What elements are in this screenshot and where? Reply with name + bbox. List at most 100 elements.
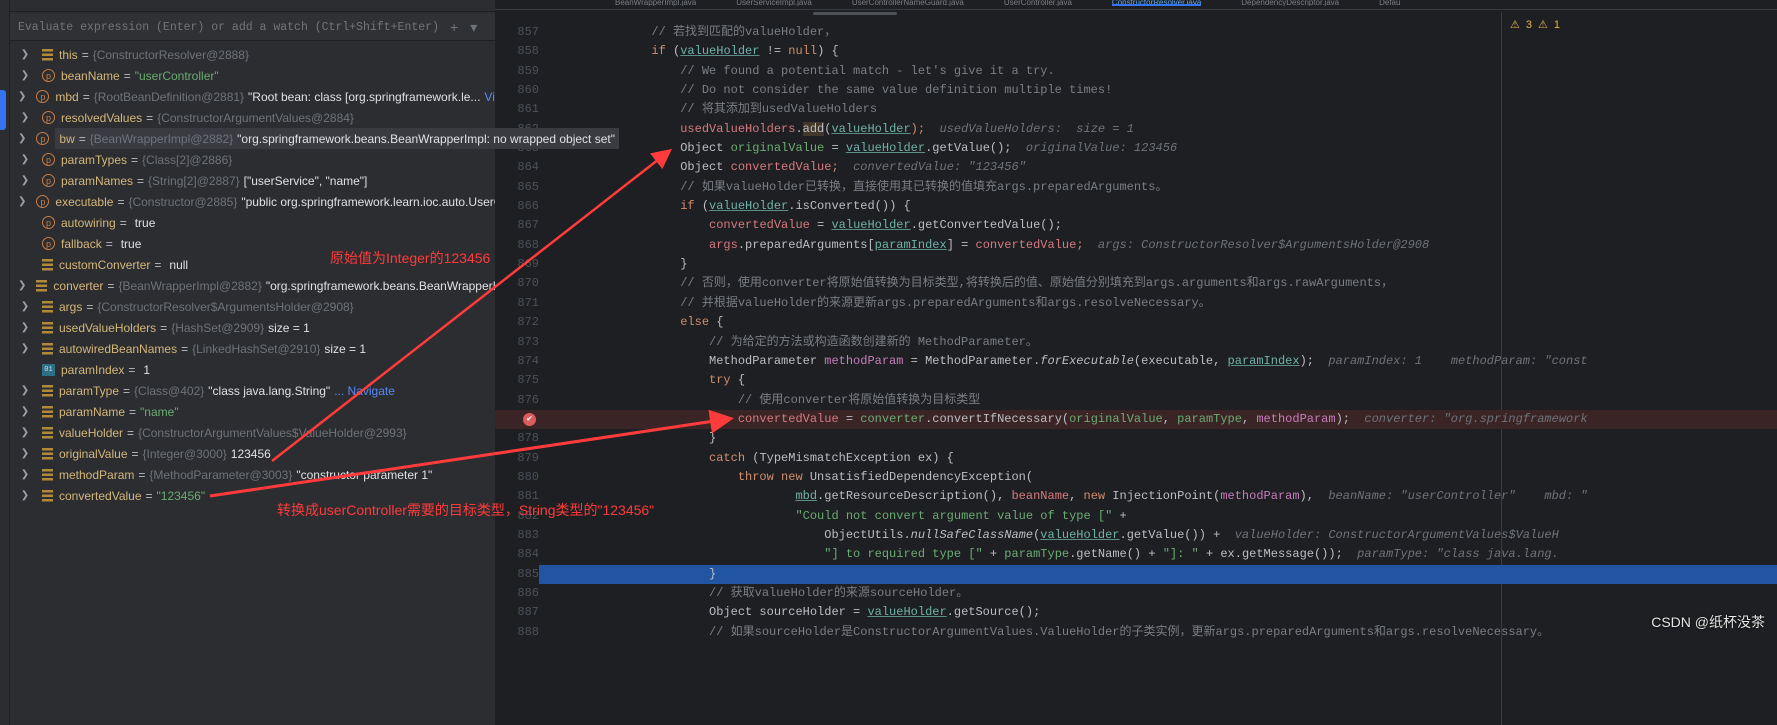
variable-link[interactable]: ... Navigate [334,384,395,398]
line-number[interactable]: 873 [495,333,539,352]
line-number[interactable]: 872 [495,313,539,332]
variable-row[interactable]: p autowiring = true [10,212,495,233]
code-line[interactable]: 876 // 使用converter将原始值转换为目标类型 [495,391,1777,410]
code-line[interactable]: 863 Object originalValue = valueHolder.g… [495,139,1777,158]
code-line[interactable]: 871 // 并根据valueHolder的来源更新args.preparedA… [495,294,1777,313]
code-line[interactable]: 872 else { [495,313,1777,332]
code-editor[interactable]: BeanWrapperImpl.java UserServiceImpl.java… [495,0,1777,725]
code-line[interactable]: 864 Object convertedValue; convertedValu… [495,158,1777,177]
code-line[interactable]: 861 // 将其添加到usedValueHolders [495,100,1777,119]
expand-arrow-icon[interactable]: ❯ [10,301,32,312]
tab-userserviceimpl-java[interactable]: UserServiceImpl.java [736,0,812,6]
expand-arrow-icon[interactable]: ❯ [10,448,32,459]
code-line[interactable]: 870 // 否则，使用converter将原始值转换为目标类型,将转换后的值、… [495,274,1777,293]
code-line[interactable]: 873 // 为给定的方法或构造函数创建新的 MethodParameter。 [495,333,1777,352]
line-number[interactable]: 874 [495,352,539,371]
variable-row[interactable]: ❯ paramType = {Class@402} "class java.lang.S… [10,380,495,401]
tab-defau[interactable]: Defau [1379,0,1400,6]
code-line[interactable]: 858 if (valueHolder != null) { [495,42,1777,61]
line-number[interactable]: 860 [495,81,539,100]
variable-row[interactable]: 01 paramIndex = 1 [10,359,495,380]
variable-row[interactable]: ❯ p executable = {Constructor@2885} "public o… [10,191,509,212]
tab-usercontroller-java[interactable]: UserController.java [1004,0,1072,6]
code-line[interactable]: 860 // Do not consider the same value de… [495,81,1777,100]
line-number[interactable]: 888 [495,623,539,642]
code-line[interactable]: 868 args.preparedArguments[paramIndex] =… [495,236,1777,255]
expand-arrow-icon[interactable]: ❯ [10,427,32,438]
line-number[interactable]: 883 [495,526,539,545]
code-line[interactable]: 862 usedValueHolders.add(valueHolder); u… [495,120,1777,139]
debug-tool-button[interactable] [0,90,6,130]
expand-arrow-icon[interactable]: ❯ [10,490,32,501]
variable-row[interactable]: ❯ valueHolder = {ConstructorArgumentValues$… [10,422,495,443]
variable-row[interactable]: ❯ usedValueHolders = {HashSet@2909} size = … [10,317,495,338]
line-number[interactable]: 879 [495,449,539,468]
breakpoint-line[interactable]: ✔ convertedValue = converter.convertIfNe… [495,409,1777,430]
line-number[interactable]: 866 [495,197,539,216]
line-number[interactable]: 865 [495,178,539,197]
line-number[interactable]: 886 [495,584,539,603]
expand-arrow-icon[interactable]: ❯ [10,49,32,60]
expand-arrow-icon[interactable]: ❯ [10,469,32,480]
current-line[interactable]: 885 } [495,564,1777,584]
variable-row[interactable]: ❯ p beanName = "userController" [10,65,495,86]
code-line[interactable]: 874 MethodParameter methodParam = Method… [495,352,1777,371]
code-line[interactable]: 865 // 如果valueHolder已转换，直接使用其已转换的值填充args… [495,178,1777,197]
line-number[interactable]: 868 [495,236,539,255]
code-line[interactable]: 875 try { [495,371,1777,390]
expand-arrow-icon[interactable]: ❯ [10,112,32,123]
code-line[interactable]: 888 // 如果sourceHolder是ConstructorArgumen… [495,623,1777,642]
line-number[interactable]: 876 [495,391,539,410]
variable-row[interactable]: ❯ args = {ConstructorResolver$ArgumentsHold… [10,296,495,317]
line-number[interactable]: 870 [495,274,539,293]
variable-row[interactable]: ❯ originalValue = {Integer@3000} 123456 [10,443,495,464]
code-line[interactable]: 878 } [495,429,1777,448]
variable-row[interactable]: ❯ p resolvedValues = {ConstructorArgumentVal… [10,107,495,128]
variable-row[interactable]: ❯ autowiredBeanNames = {LinkedHashSet@2910}… [10,338,495,359]
code-line[interactable]: 857 // 若找到匹配的valueHolder， [495,23,1777,42]
line-number[interactable]: 867 [495,216,539,235]
variable-row[interactable]: ❯ paramName = "name" [10,401,495,422]
code-line[interactable]: 884 "] to required type [" + paramType.g… [495,545,1777,564]
variable-row[interactable]: ❯ methodParam = {MethodParameter@3003} "cons… [10,464,495,485]
expand-arrow-icon[interactable]: ❯ [10,91,26,102]
code-line[interactable]: 883 ObjectUtils.nullSafeClassName(valueH… [495,526,1777,545]
line-number[interactable]: 858 [495,42,539,61]
expand-arrow-icon[interactable]: ❯ [10,385,32,396]
line-number[interactable]: 861 [495,100,539,119]
code-line[interactable]: 879 catch (TypeMismatchException ex) { [495,449,1777,468]
line-number[interactable]: 871 [495,294,539,313]
tab-usercontrollernameguard-java[interactable]: UserControllerNameGuard.java [852,0,964,6]
expand-arrow-icon[interactable]: ❯ [10,322,32,333]
line-number[interactable]: 859 [495,62,539,81]
tab-dependencydescriptor-java[interactable]: DependencyDescriptor.java [1241,0,1339,6]
line-number[interactable]: 880 [495,468,539,487]
tab-constructorresolver-java[interactable]: ConstructorResolver.java [1111,0,1202,6]
line-number[interactable]: 875 [495,371,539,390]
expand-arrow-icon[interactable]: ❯ [10,133,26,144]
expand-arrow-icon[interactable]: ❯ [10,406,32,417]
expand-arrow-icon[interactable]: ❯ [10,343,32,354]
code-line[interactable]: 866 if (valueHolder.isConverted()) { [495,197,1777,216]
code-line[interactable]: 869 } [495,255,1777,274]
breakpoint-icon[interactable]: ✔ [523,412,536,426]
variable-row[interactable]: ❯ converter = {BeanWrapperImpl@2882} "org.sp… [10,275,506,296]
evaluate-expression-input[interactable] [18,20,438,34]
expand-arrow-icon[interactable]: ❯ [10,280,26,291]
tabs-scrollbar[interactable] [813,12,897,15]
tab-beanwrapperimpl-java[interactable]: BeanWrapperImpl.java [615,0,696,6]
plus-icon[interactable]: + [450,19,458,35]
expand-arrow-icon[interactable]: ❯ [10,175,32,186]
chevron-down-icon[interactable]: ▾ [470,19,477,36]
code-line[interactable]: 881 mbd.getResourceDescription(), beanNa… [495,487,1777,506]
line-number[interactable]: 884 [495,545,539,564]
code-line[interactable]: 859 // We found a potential match - let'… [495,62,1777,81]
code-line[interactable]: 867 convertedValue = valueHolder.getConv… [495,216,1777,235]
code-line[interactable]: 880 throw new UnsatisfiedDependencyExcep… [495,468,1777,487]
variable-row[interactable]: ❯ p mbd = {RootBeanDefinition@2881} "Root bea… [10,86,510,107]
line-number[interactable]: 857 [495,23,539,42]
variable-row[interactable]: ❯ p bw = {BeanWrapperImpl@2882} "org.springfr… [10,128,619,149]
variable-row[interactable]: ❯ p paramNames = {String[2]@2887} ["userServi… [10,170,495,191]
expand-arrow-icon[interactable]: ❯ [10,196,26,207]
line-number[interactable]: 885 [495,564,539,584]
